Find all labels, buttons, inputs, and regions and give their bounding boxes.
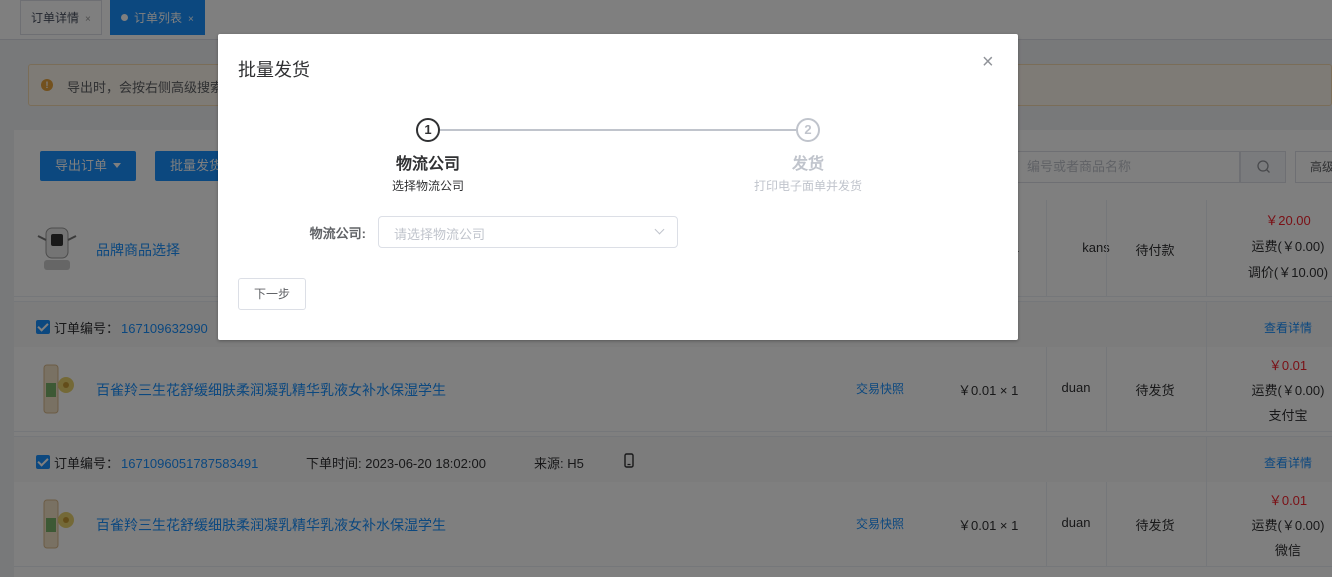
next-step-button[interactable]: 下一步 [238, 278, 306, 310]
logistics-company-label: 物流公司: [309, 226, 366, 241]
step-connector [440, 129, 796, 131]
step-1-title: 物流公司 [395, 156, 460, 173]
dialog-title: 批量发货 [238, 60, 310, 80]
close-icon[interactable]: × [982, 52, 994, 72]
step-2-desc: 打印电子面单并发货 [753, 179, 862, 193]
batch-ship-dialog: 批量发货 × 1 2 物流公司 发货 选择物流公司 打印电子面单并发货 物流公司… [218, 34, 1018, 340]
step-1-desc: 选择物流公司 [391, 179, 464, 193]
step-2-icon: 2 [796, 118, 820, 142]
chevron-down-icon [654, 224, 665, 235]
logistics-company-select[interactable]: 请选择物流公司 [378, 216, 678, 248]
step-1-icon: 1 [416, 118, 440, 142]
select-placeholder: 请选择物流公司 [394, 227, 486, 242]
step-2-title: 发货 [791, 156, 824, 173]
